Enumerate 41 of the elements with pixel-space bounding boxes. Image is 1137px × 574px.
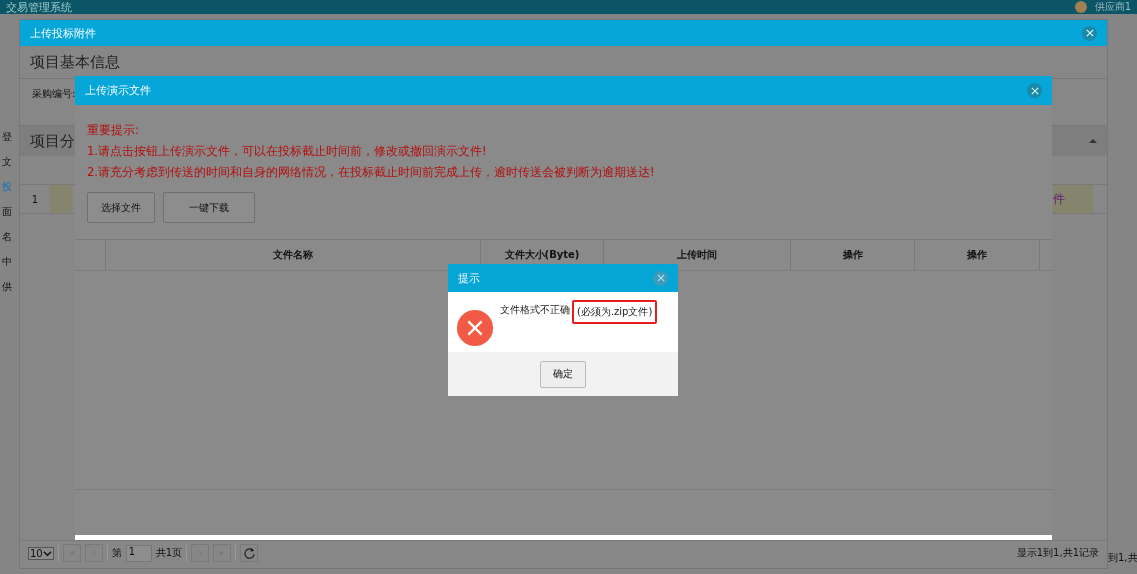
action-button[interactable]: 一键下载 xyxy=(163,192,255,223)
notice-text: 2.请充分考虑到传送的时间和自身的网络情况，在投标截止时间前完成上传，逾时传送会被判断为逾期送达! xyxy=(87,165,656,180)
page-size-select[interactable]: 10 xyxy=(28,546,54,560)
page-input[interactable]: 1 xyxy=(125,544,152,562)
highlighted-text: (必须为.zip文件) xyxy=(572,300,658,324)
sidebar-item[interactable]: 名 xyxy=(2,230,20,244)
dropdown-caret-icon[interactable] xyxy=(42,548,52,558)
notice-title: 重要提示: xyxy=(87,123,140,138)
error-icon xyxy=(456,309,494,347)
sidebar-item[interactable]: 供 xyxy=(2,280,20,294)
close-icon[interactable] xyxy=(653,270,668,286)
close-icon[interactable] xyxy=(1082,25,1097,41)
alert-message: 文件格式不正确 xyxy=(500,303,570,317)
cell-text[interactable]: 件 xyxy=(1053,190,1065,208)
ok-button[interactable]: 确定 xyxy=(540,360,586,388)
section-title: 项目分 xyxy=(30,131,75,151)
collapse-icon[interactable] xyxy=(1089,139,1097,143)
sidebar-item[interactable]: 登 xyxy=(2,130,20,144)
avatar-icon xyxy=(1074,1,1087,13)
close-icon[interactable] xyxy=(1027,83,1042,98)
table-cell xyxy=(50,185,72,213)
column-header: 操作 xyxy=(915,240,1040,270)
dialog-title: 上传投标附件 xyxy=(30,25,96,41)
table-cell-text: 1 xyxy=(30,192,40,207)
action-button[interactable]: 选择文件 xyxy=(87,192,155,223)
section-title: 项目基本信息 xyxy=(30,52,120,72)
user-name[interactable]: 供应商1 xyxy=(1094,0,1131,14)
sidebar-item[interactable]: 面 xyxy=(2,205,20,219)
footer-text: 到1,共 xyxy=(1108,551,1137,565)
page-label: 第 xyxy=(111,546,122,560)
sidebar-item[interactable]: 文 xyxy=(2,155,20,169)
record-summary: 显示1到1,共1记录 xyxy=(1016,546,1099,560)
dialog-title: 提示 xyxy=(458,270,480,286)
field-label: 采购编号: xyxy=(32,87,76,101)
refresh-icon[interactable] xyxy=(240,544,259,562)
dialog-title: 上传演示文件 xyxy=(85,83,151,98)
column-header: 操作 xyxy=(791,240,915,270)
app-title: 交易管理系统 xyxy=(6,0,72,15)
notice-text: 1.请点击按钮上传演示文件，可以在投标截止时间前，修改或撤回演示文件! xyxy=(87,144,488,159)
sidebar-item[interactable]: 中 xyxy=(2,255,20,269)
total-pages: 共1页 xyxy=(155,546,183,560)
